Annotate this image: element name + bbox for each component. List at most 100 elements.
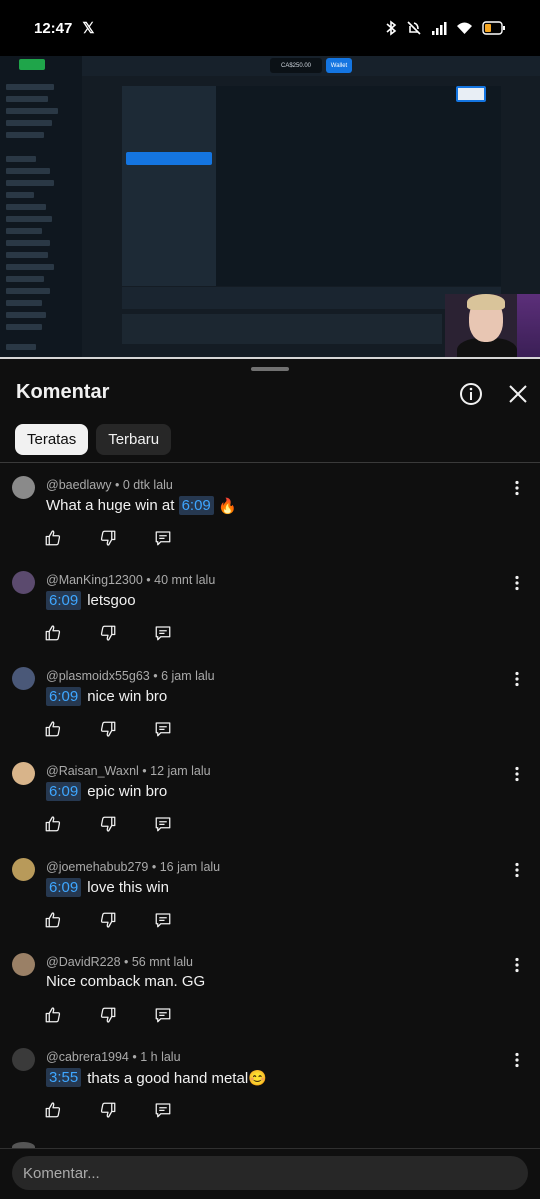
reply-icon[interactable] (154, 1101, 172, 1119)
video-menu-item (6, 168, 50, 174)
video-menu-item (6, 344, 36, 350)
close-icon[interactable] (506, 382, 530, 406)
avatar[interactable] (12, 476, 35, 499)
webcam-background (517, 294, 540, 358)
comment-actions (44, 1006, 209, 1024)
comment-text-after: nice win bro (87, 687, 168, 705)
dislike-icon[interactable] (99, 529, 117, 547)
video-menu-item (6, 216, 52, 222)
timestamp-link[interactable]: 6:09 (46, 782, 82, 802)
video-card (456, 86, 486, 102)
comment-meta: @baedlawy • 0 dtk lalu (46, 478, 173, 492)
comment-text-before: Nice comback man. GG (46, 972, 206, 990)
dislike-icon[interactable] (99, 911, 117, 929)
comment-meta: @plasmoidx55g63 • 6 jam lalu (46, 668, 215, 683)
more-options-icon[interactable] (508, 670, 526, 688)
comment-time: 12 jam lalu (150, 764, 211, 779)
status-bar: 12:47 𝕏 (0, 0, 540, 56)
comment-author[interactable]: @DavidR228 (46, 955, 121, 969)
tab-teratas[interactable]: Teratas (15, 424, 89, 455)
comment-actions (44, 1101, 209, 1119)
timestamp-link[interactable]: 6:09 (46, 686, 82, 706)
comment-text-before: What a huge win at (46, 497, 179, 514)
timestamp-link[interactable]: 6:09 (178, 496, 214, 515)
dislike-icon[interactable] (99, 624, 117, 642)
reply-icon[interactable] (154, 624, 172, 642)
status-time: 12:47 (34, 19, 73, 37)
comment-author[interactable]: @plasmoidx55g63 (46, 669, 150, 683)
comment-actions (44, 911, 209, 929)
signal-icon (432, 22, 447, 35)
avatar[interactable] (12, 666, 35, 690)
comment-text-after: letsgoo (87, 592, 136, 610)
dislike-icon[interactable] (99, 815, 117, 833)
comment-list[interactable]: @baedlawy • 0 dtk lalu What a huge win a… (0, 463, 540, 1149)
video-menu-item (6, 192, 34, 198)
more-options-icon[interactable] (508, 479, 526, 497)
comment-meta: @Raisan_Waxnl • 12 jam lalu (46, 764, 211, 779)
info-icon[interactable] (459, 382, 483, 406)
comment-author[interactable]: @baedlawy (46, 478, 112, 492)
dislike-icon[interactable] (99, 720, 117, 738)
timestamp-link[interactable]: 6:09 (46, 877, 82, 897)
avatar[interactable] (12, 1048, 35, 1072)
video-menu-item (6, 252, 48, 258)
comment-item: @plasmoidx55g63 • 6 jam lalu 6:09 nice wi… (0, 654, 540, 749)
comment-meta: @ManKing12300 • 40 mnt lalu (46, 573, 216, 588)
video-menu-item (6, 204, 46, 210)
comment-text-after: love this win (87, 878, 169, 896)
dislike-icon[interactable] (99, 1101, 117, 1119)
comment-meta: @DavidR228 • 56 mnt lalu (46, 954, 194, 969)
like-icon[interactable] (44, 911, 62, 929)
comment-time: 6 jam lalu (161, 668, 215, 683)
timestamp-link[interactable]: 6:09 (46, 591, 82, 611)
tab-terbaru[interactable]: Terbaru (96, 424, 172, 455)
more-options-icon[interactable] (508, 956, 526, 974)
sort-chips: Teratas Terbaru (15, 424, 172, 455)
comment-item: @Raisan_Waxnl • 12 jam lalu 6:09 epic win… (0, 749, 540, 844)
avatar[interactable] (12, 952, 35, 976)
comment-item: @cabrera1994 • 1 h lalu 3:55 thats a good… (0, 1035, 540, 1130)
more-options-icon[interactable] (508, 861, 526, 879)
dislike-icon[interactable] (99, 1006, 117, 1024)
like-icon[interactable] (44, 815, 62, 833)
like-icon[interactable] (44, 720, 62, 738)
reply-icon[interactable] (154, 529, 172, 547)
more-options-icon[interactable] (508, 1051, 526, 1069)
comment-item: @baedlawy • 0 dtk lalu What a huge win a… (0, 463, 540, 558)
comment-author[interactable]: @joemehabub279 (46, 860, 148, 874)
reply-icon[interactable] (154, 911, 172, 929)
comment-actions (44, 815, 209, 833)
more-options-icon[interactable] (508, 765, 526, 783)
comment-author[interactable]: @cabrera1994 (46, 1050, 129, 1064)
drag-handle[interactable] (251, 367, 289, 371)
comment-text: 6:09 love this win (46, 877, 169, 897)
video-player[interactable]: CA$250.00 Wallet (0, 56, 540, 358)
reply-icon[interactable] (154, 720, 172, 738)
avatar[interactable] (12, 857, 35, 881)
timestamp-link[interactable]: 3:55 (46, 1068, 82, 1088)
video-menu-item (6, 132, 44, 138)
comment-input[interactable]: Komentar... (12, 1156, 528, 1190)
battery-icon (482, 21, 505, 35)
video-menu-item (6, 300, 42, 306)
comment-meta: @cabrera1994 • 1 h lalu (46, 1050, 181, 1065)
comment-author[interactable]: @Raisan_Waxnl (46, 764, 139, 778)
mute-icon (407, 21, 421, 35)
more-options-icon[interactable] (508, 574, 526, 592)
avatar[interactable] (12, 571, 35, 595)
like-icon[interactable] (44, 624, 62, 642)
like-icon[interactable] (44, 529, 62, 547)
comment-author[interactable]: @ManKing12300 (46, 573, 143, 587)
like-icon[interactable] (44, 1101, 62, 1119)
avatar[interactable] (12, 762, 35, 786)
like-icon[interactable] (44, 1006, 62, 1024)
reply-icon[interactable] (154, 1006, 172, 1024)
comment-meta: @joemehabub279 • 16 jam lalu (46, 859, 221, 874)
comment-text-after: 🔥 (213, 497, 237, 515)
comment-time: 1 h lalu (140, 1050, 181, 1065)
comment-actions (44, 529, 209, 547)
reply-icon[interactable] (154, 815, 172, 833)
comment-time: 0 dtk lalu (122, 478, 173, 492)
comment-time: 56 mnt lalu (131, 954, 194, 969)
